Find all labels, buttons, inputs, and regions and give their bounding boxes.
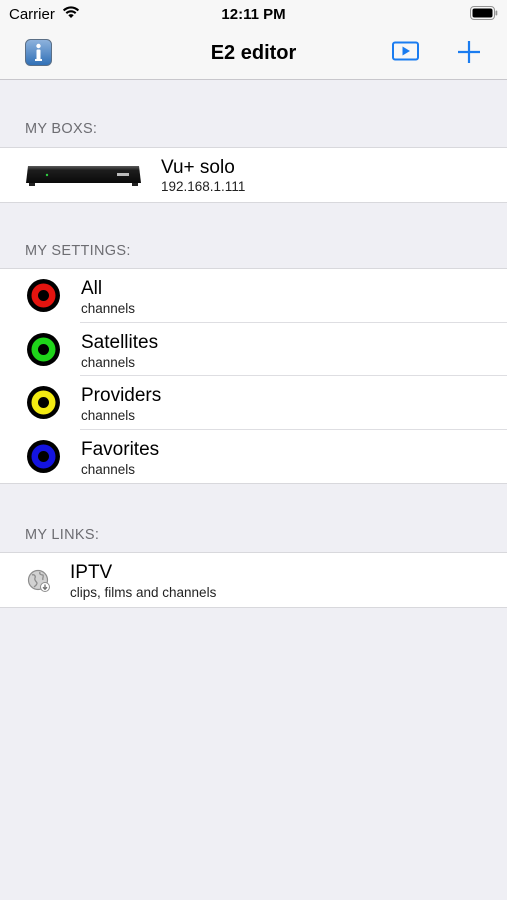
plus-icon[interactable] (457, 40, 481, 64)
setting-title: Providers (81, 385, 162, 406)
settings-group: All channels Satellites channels Provide… (0, 268, 507, 484)
settings-row-providers[interactable]: Providers channels (0, 376, 507, 430)
link-row-iptv[interactable]: IPTV clips, films and channels (0, 553, 507, 607)
section-header-settings: MY SETTINGS: (25, 243, 131, 259)
info-icon[interactable] (25, 39, 52, 66)
settings-row-favorites[interactable]: Favorites channels (0, 430, 507, 484)
links-group: IPTV clips, films and channels (0, 552, 507, 608)
setting-subtitle: channels (81, 354, 136, 370)
page-title: E2 editor (210, 42, 297, 64)
setting-title: Favorites (81, 438, 160, 460)
setting-title: All (81, 278, 103, 299)
navigation-bar: E2 editor (0, 28, 507, 80)
receiver-box-image (26, 166, 141, 186)
globe-icon (27, 569, 50, 592)
link-title: IPTV (70, 562, 113, 583)
setting-subtitle: channels (81, 461, 136, 477)
battery-icon (470, 6, 498, 20)
blue-circle-icon (27, 439, 60, 473)
section-header-boxes: MY BOXS: (25, 121, 98, 137)
link-subtitle: clips, films and channels (70, 585, 217, 600)
setting-subtitle: channels (81, 408, 136, 423)
green-circle-icon (27, 332, 60, 366)
setting-title: Satellites (81, 331, 159, 353)
box-address: 192.168.1.111 (161, 179, 246, 194)
play-icon[interactable] (392, 41, 419, 61)
clock: 12:11 PM (221, 6, 286, 23)
section-header-links: MY LINKS: (25, 527, 100, 543)
yellow-circle-icon (27, 386, 60, 419)
boxes-group: Vu+ solo 192.168.1.111 (0, 147, 507, 203)
status-bar: Carrier 12:11 PM (0, 0, 507, 28)
setting-subtitle: channels (81, 301, 136, 316)
settings-row-all[interactable]: All channels (0, 269, 507, 323)
box-row-vu-solo[interactable]: Vu+ solo 192.168.1.111 (0, 148, 507, 202)
box-name: Vu+ solo (161, 157, 235, 178)
settings-row-satellites[interactable]: Satellites channels (0, 323, 507, 376)
red-circle-icon (27, 279, 60, 312)
